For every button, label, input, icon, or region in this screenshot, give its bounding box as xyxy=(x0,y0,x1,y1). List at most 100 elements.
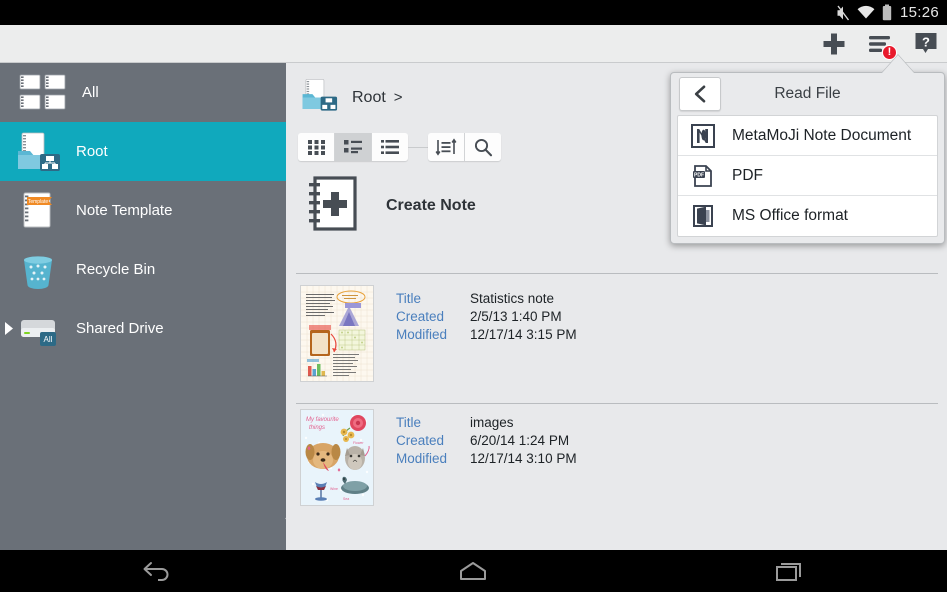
create-note-label: Create Note xyxy=(386,197,476,215)
meta-label-modified: Modified xyxy=(396,327,470,342)
chevron-right-icon[interactable] xyxy=(2,321,16,337)
help-question-icon: ? xyxy=(913,31,939,57)
app-toolbar: ! ? xyxy=(0,25,947,63)
plus-icon xyxy=(821,31,847,57)
sidebar-item-shared-drive[interactable]: All Shared Drive xyxy=(0,299,286,358)
meta-label-created: Created xyxy=(396,309,470,324)
breadcrumb-folder-icon xyxy=(296,75,342,120)
read-file-popup: Read File MetaMoJi Note Document PDF xyxy=(670,72,945,244)
breadcrumb[interactable]: Root > xyxy=(296,75,403,120)
svg-text:Flower: Flower xyxy=(353,441,364,445)
popup-arrow xyxy=(882,55,914,73)
file-title: Statistics note xyxy=(470,291,577,306)
help-button[interactable]: ? xyxy=(911,29,941,59)
svg-text:Sea: Sea xyxy=(343,497,349,501)
breadcrumb-label: Root xyxy=(352,89,386,107)
all-notes-icon xyxy=(16,70,72,116)
content-divider xyxy=(296,403,938,404)
sidebar-item-label: Recycle Bin xyxy=(76,261,155,278)
svg-text:PDF: PDF xyxy=(694,172,704,178)
sidebar-item-note-template[interactable]: Template Note Template xyxy=(0,181,286,240)
android-status-bar: 15:26 xyxy=(0,0,947,25)
file-modified: 12/17/14 3:15 PM xyxy=(470,327,577,342)
create-note-button[interactable]: Create Note xyxy=(306,175,476,237)
menu-item-label: PDF xyxy=(732,167,763,185)
grid-view-button[interactable] xyxy=(298,133,335,161)
wifi-icon xyxy=(857,5,875,20)
sidebar-item-recycle-bin[interactable]: Recycle Bin xyxy=(0,240,286,299)
recents-nav-icon xyxy=(772,560,806,582)
svg-text:My favourite: My favourite xyxy=(306,417,339,423)
app-toolbar-actions: ! ? xyxy=(819,25,941,63)
file-created: 2/5/13 1:40 PM xyxy=(470,309,577,324)
meta-label-title: Title xyxy=(396,291,470,306)
file-modified: 12/17/14 3:10 PM xyxy=(470,451,577,466)
note-template-icon: Template xyxy=(10,188,66,234)
svg-text:All: All xyxy=(44,335,53,344)
shared-drive-icon: All xyxy=(10,306,66,352)
menu-item-label: MS Office format xyxy=(732,207,848,225)
meta-label-title: Title xyxy=(396,415,470,430)
sidebar-item-all[interactable]: All xyxy=(0,63,286,122)
breadcrumb-separator: > xyxy=(394,89,403,106)
popup-menu-list: MetaMoJi Note Document PDF PDF xyxy=(677,115,938,237)
sidebar-item-label: Shared Drive xyxy=(76,320,164,337)
menu-item-metamoji-note[interactable]: MetaMoJi Note Document xyxy=(678,116,937,156)
sidebar-item-root[interactable]: Root xyxy=(0,122,286,181)
svg-text:Wine: Wine xyxy=(330,487,338,491)
file-created: 6/20/14 1:24 PM xyxy=(470,433,577,448)
detail-list-icon xyxy=(380,139,400,155)
detail-view-button[interactable] xyxy=(372,133,408,161)
sidebar-item-label: Root xyxy=(76,143,108,160)
nav-home-button[interactable] xyxy=(428,550,518,592)
popup-header: Read File xyxy=(671,73,944,115)
pdf-icon: PDF xyxy=(690,163,716,189)
file-title: images xyxy=(470,415,577,430)
content-divider xyxy=(296,273,938,274)
search-button[interactable] xyxy=(465,133,501,161)
sidebar: All Root xyxy=(0,63,286,550)
popup-back-button[interactable] xyxy=(679,77,721,111)
android-nav-bar xyxy=(0,550,947,592)
sort-button[interactable] xyxy=(428,133,465,161)
nav-back-button[interactable] xyxy=(113,550,203,592)
svg-text:things: things xyxy=(309,425,325,431)
sort-icon xyxy=(435,138,457,156)
file-metadata: Title images Created 6/20/14 1:24 PM Mod… xyxy=(396,409,577,466)
ms-office-icon xyxy=(690,203,716,229)
menu-item-ms-office[interactable]: MS Office format xyxy=(678,196,937,236)
table-row[interactable]: My favourite things Flower xyxy=(296,409,938,529)
home-nav-icon xyxy=(456,560,490,582)
toolbar-divider xyxy=(408,147,428,148)
meta-label-created: Created xyxy=(396,433,470,448)
list-icon xyxy=(343,139,363,155)
search-icon xyxy=(473,138,493,157)
table-row[interactable]: Title Statistics note Created 2/5/13 1:4… xyxy=(296,285,938,405)
note-thumbnail: My favourite things Flower xyxy=(300,409,374,506)
sidebar-item-label: All xyxy=(82,84,99,101)
status-time: 15:26 xyxy=(900,4,939,21)
popup-title: Read File xyxy=(721,85,894,103)
view-toolbar xyxy=(298,133,501,161)
grid-icon xyxy=(307,139,326,156)
menu-item-label: MetaMoJi Note Document xyxy=(732,127,911,145)
menu-item-pdf[interactable]: PDF PDF xyxy=(678,156,937,196)
metamoji-note-icon xyxy=(690,123,716,149)
chevron-left-icon xyxy=(693,85,708,103)
add-button[interactable] xyxy=(819,29,849,59)
nav-recents-button[interactable] xyxy=(744,550,834,592)
battery-icon xyxy=(882,4,892,21)
meta-label-modified: Modified xyxy=(396,451,470,466)
recycle-bin-icon xyxy=(10,247,66,293)
mute-icon xyxy=(836,5,850,21)
svg-text:Template: Template xyxy=(28,199,49,205)
list-view-button[interactable] xyxy=(335,133,372,161)
sidebar-item-label: Note Template xyxy=(76,202,172,219)
file-metadata: Title Statistics note Created 2/5/13 1:4… xyxy=(396,285,577,342)
tools-group xyxy=(428,133,501,161)
back-nav-icon xyxy=(141,560,175,582)
view-mode-group xyxy=(298,133,408,161)
svg-text:?: ? xyxy=(922,35,930,50)
note-thumbnail xyxy=(300,285,374,382)
root-folder-icon xyxy=(10,129,66,175)
